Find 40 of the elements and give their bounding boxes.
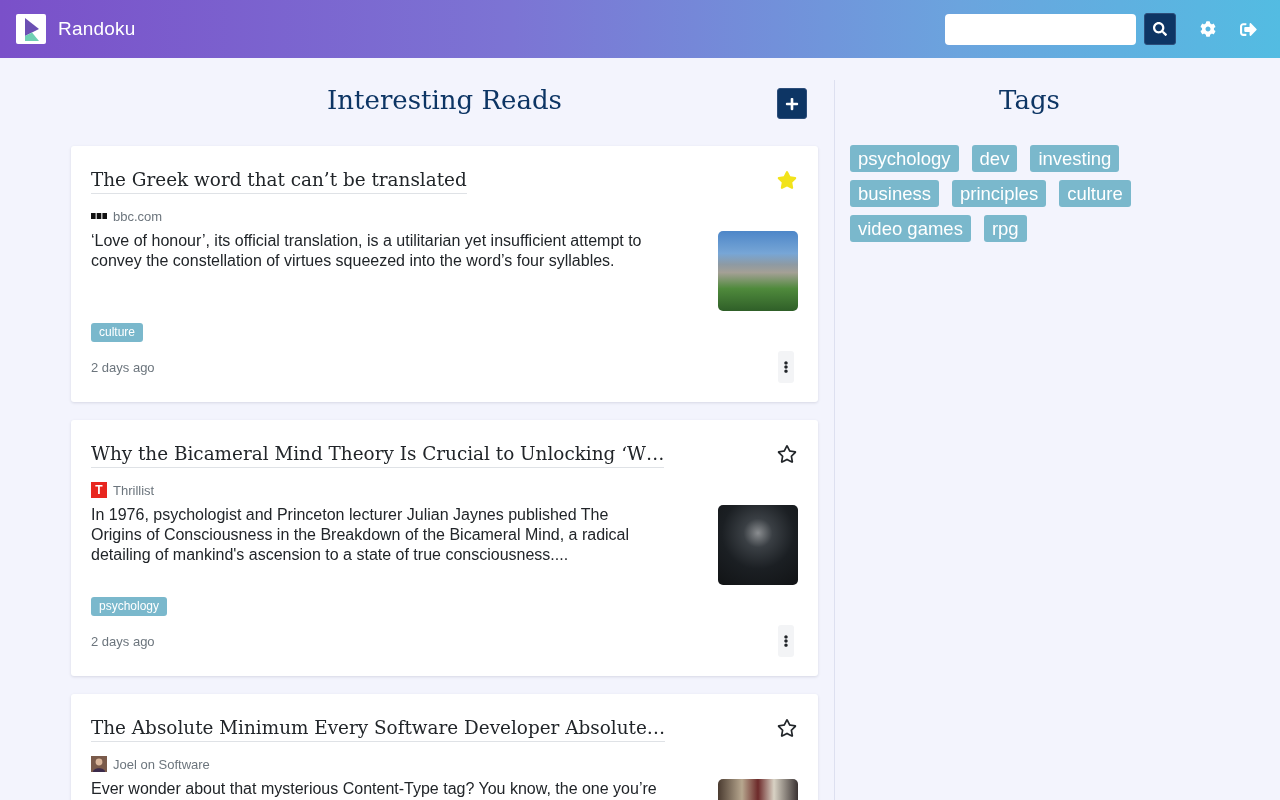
- source-name: Joel on Software: [113, 756, 210, 772]
- article-age: 2 days ago: [91, 359, 155, 375]
- tag-chip[interactable]: psychology: [850, 145, 959, 172]
- tag-chip[interactable]: culture: [1059, 180, 1131, 207]
- article-summary: Ever wonder about that mysterious Content-Type tag? You know, the one you’re: [91, 779, 657, 799]
- logout-icon: [1240, 20, 1257, 38]
- tag-chip[interactable]: business: [850, 180, 939, 207]
- tag-chip[interactable]: video games: [850, 215, 971, 242]
- app-name: Randoku: [58, 18, 136, 40]
- article-tag[interactable]: culture: [91, 323, 144, 342]
- source-name: Thrillist: [113, 482, 155, 498]
- more-options-button[interactable]: [778, 625, 794, 657]
- source-name: bbc.com: [113, 208, 163, 224]
- tag-chip[interactable]: principles: [952, 180, 1047, 207]
- search-button[interactable]: [1144, 13, 1176, 45]
- logo-icon: [16, 14, 46, 44]
- article-summary: ‘Love of honour’, its official translation, is a utilitarian yet insufficient attempt to convey the constellation of virtues squeezed into the word’s four syllables.: [91, 231, 643, 271]
- site-logo-icon: [91, 213, 107, 219]
- tags-heading: Tags: [998, 84, 1061, 117]
- article-title-link[interactable]: Why the Bicameral Mind Theory Is Crucial to Unlocking ‘W…: [91, 440, 665, 468]
- search-icon: [1153, 22, 1167, 36]
- settings-icon: [1200, 21, 1216, 37]
- star-icon[interactable]: [777, 170, 797, 190]
- star-outline-icon[interactable]: [777, 718, 797, 738]
- tag-chip[interactable]: rpg: [983, 215, 1027, 242]
- article-summary: In 1976, psychologist and Princeton lecturer Julian Jaynes published The Origins of Consciousness in the Breakdown of the Bicameral Mind, a radical detailing of mankind's ascension to a state of true consciousness....: [91, 505, 631, 565]
- search-field[interactable]: [945, 13, 1136, 45]
- add-button[interactable]: [777, 88, 807, 119]
- article-age: 2 days ago: [91, 633, 155, 649]
- site-logo: T: [91, 482, 107, 498]
- more-options-button[interactable]: [778, 351, 794, 383]
- article-title-link[interactable]: The Greek word that can’t be translated: [91, 166, 467, 194]
- avatar-icon: [91, 756, 107, 772]
- tag-chip[interactable]: dev: [971, 145, 1018, 172]
- tag-chip[interactable]: investing: [1030, 145, 1120, 172]
- article-title-link[interactable]: The Absolute Minimum Every Software Developer Absolute…: [91, 714, 666, 742]
- article-tag[interactable]: psychology: [91, 597, 168, 616]
- star-outline-icon[interactable]: [777, 444, 797, 464]
- reads-heading: Interesting Reads: [327, 84, 562, 117]
- plus-icon: [785, 96, 799, 111]
